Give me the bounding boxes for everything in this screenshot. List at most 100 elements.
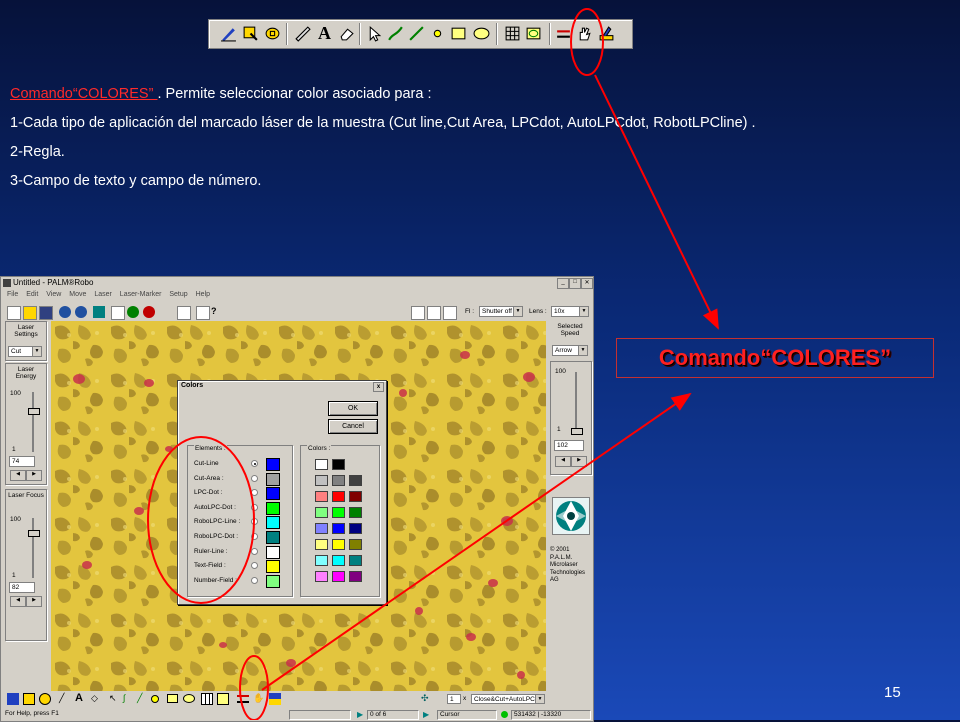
- lens-select[interactable]: 10x ▼: [551, 306, 589, 317]
- palette-swatch[interactable]: [315, 459, 328, 470]
- colors-command-icon[interactable]: [597, 24, 616, 43]
- focus-increase-button[interactable]: ▶: [26, 596, 42, 607]
- element-radio[interactable]: [251, 474, 258, 482]
- play-icon[interactable]: ▶: [357, 710, 363, 719]
- ok-button[interactable]: OK: [328, 401, 378, 416]
- line-icon[interactable]: [407, 24, 426, 43]
- palette-swatch[interactable]: [332, 539, 345, 550]
- palette-swatch[interactable]: [349, 507, 362, 518]
- ellipse-icon[interactable]: [472, 24, 491, 43]
- speed-input[interactable]: 102: [554, 440, 584, 451]
- palette-swatch[interactable]: [349, 555, 362, 566]
- close-icon[interactable]: ✕: [581, 278, 593, 289]
- element-color-swatch[interactable]: [266, 472, 280, 486]
- maximize-icon[interactable]: □: [569, 278, 581, 289]
- speed-decrease-button[interactable]: ◀: [555, 456, 571, 467]
- close-icon[interactable]: x: [373, 382, 384, 392]
- stop-icon[interactable]: [143, 306, 155, 318]
- page-number-box[interactable]: 1: [447, 694, 461, 704]
- speed-mode-select[interactable]: Arrow ▼: [552, 345, 588, 356]
- rectangle-icon[interactable]: [167, 694, 178, 703]
- grid-icon[interactable]: [93, 306, 105, 318]
- hand-icon[interactable]: ✋: [253, 693, 265, 705]
- camera-icon[interactable]: [411, 306, 425, 320]
- element-radio[interactable]: [251, 576, 258, 584]
- palette-swatch[interactable]: [349, 475, 362, 486]
- ellipse-icon[interactable]: [183, 694, 195, 703]
- command-colores-link[interactable]: Comando“COLORES”: [10, 86, 157, 102]
- menu-view[interactable]: View: [46, 291, 61, 298]
- freehand-line-icon[interactable]: [386, 24, 405, 43]
- palette-swatch[interactable]: [349, 539, 362, 550]
- energy-increase-button[interactable]: ▶: [26, 470, 42, 481]
- laser-on-icon[interactable]: [127, 306, 139, 318]
- pen-select-icon[interactable]: [7, 693, 19, 705]
- element-radio[interactable]: [251, 533, 258, 540]
- menu-laser-marker[interactable]: Laser-Marker: [120, 291, 162, 298]
- line-properties-icon[interactable]: [554, 24, 573, 43]
- area-cut-icon[interactable]: [524, 24, 543, 43]
- menu-move[interactable]: Move: [69, 291, 86, 298]
- text-tool-icon[interactable]: A: [75, 692, 87, 704]
- text-tool-icon[interactable]: A: [315, 23, 334, 43]
- grid-cut-icon[interactable]: [201, 693, 213, 705]
- palette-swatch[interactable]: [332, 555, 345, 566]
- palette-swatch[interactable]: [315, 491, 328, 502]
- pen-select-icon[interactable]: [219, 24, 238, 43]
- speed-increase-button[interactable]: ▶: [571, 456, 587, 467]
- move-arrows-icon[interactable]: ✣: [421, 693, 433, 705]
- element-color-swatch[interactable]: [266, 574, 280, 588]
- line-icon[interactable]: ╱: [137, 693, 149, 705]
- eraser-icon[interactable]: ◇: [91, 693, 103, 705]
- help-icon[interactable]: ?: [211, 306, 223, 318]
- element-color-swatch[interactable]: [266, 487, 280, 501]
- palette-swatch[interactable]: [315, 555, 328, 566]
- circle-target-icon[interactable]: [263, 24, 282, 43]
- pointer-icon[interactable]: [365, 24, 384, 43]
- element-radio[interactable]: [251, 503, 258, 511]
- palette-swatch[interactable]: [332, 571, 345, 582]
- energy-input[interactable]: 74: [9, 456, 35, 467]
- pointer-icon[interactable]: ↖: [109, 693, 121, 705]
- mark-tool-icon[interactable]: [23, 693, 35, 705]
- energy-decrease-button[interactable]: ◀: [10, 470, 26, 481]
- video-icon[interactable]: [443, 306, 457, 320]
- menu-edit[interactable]: Edit: [26, 291, 38, 298]
- element-color-swatch[interactable]: [266, 560, 280, 574]
- circle-target-icon[interactable]: [39, 693, 51, 705]
- menu-laser[interactable]: Laser: [94, 291, 112, 298]
- palette-swatch[interactable]: [332, 475, 345, 486]
- energy-slider-thumb[interactable]: [28, 408, 40, 415]
- grid-cut-icon[interactable]: [503, 24, 522, 43]
- play-icon[interactable]: ▶: [423, 710, 429, 719]
- element-radio[interactable]: [251, 547, 258, 555]
- snapshot-icon[interactable]: [427, 306, 441, 320]
- new-file-icon[interactable]: [7, 306, 21, 320]
- cut-mode-select[interactable]: Close&Cut+AutoLPC ▼: [471, 694, 545, 704]
- palette-swatch[interactable]: [332, 523, 345, 534]
- ruler-icon[interactable]: [293, 24, 312, 43]
- undo-icon[interactable]: [159, 306, 171, 318]
- save-icon[interactable]: [39, 306, 53, 320]
- speed-slider-track[interactable]: [575, 372, 577, 434]
- joystick-icon[interactable]: [552, 497, 590, 535]
- minimize-icon[interactable]: _: [557, 278, 569, 289]
- line-properties-icon[interactable]: [237, 695, 249, 703]
- open-folder-icon[interactable]: [23, 306, 37, 320]
- element-color-swatch[interactable]: [266, 501, 280, 515]
- menu-setup[interactable]: Setup: [169, 291, 187, 298]
- focus-slider-track[interactable]: [32, 518, 34, 578]
- fl-select[interactable]: Shutter off ▼: [479, 306, 523, 317]
- ruler-icon[interactable]: ╱: [59, 693, 71, 705]
- palette-swatch[interactable]: [332, 491, 345, 502]
- palette-swatch[interactable]: [349, 523, 362, 534]
- close-x-label[interactable]: x: [463, 695, 466, 702]
- dot-icon[interactable]: [151, 695, 159, 703]
- element-color-swatch[interactable]: [266, 531, 280, 544]
- menu-help[interactable]: Help: [196, 291, 210, 298]
- focus-decrease-button[interactable]: ◀: [10, 596, 26, 607]
- speed-slider-thumb[interactable]: [571, 428, 583, 435]
- goto-icon[interactable]: [75, 306, 87, 318]
- eraser-icon[interactable]: [337, 24, 356, 43]
- menu-file[interactable]: File: [7, 291, 18, 298]
